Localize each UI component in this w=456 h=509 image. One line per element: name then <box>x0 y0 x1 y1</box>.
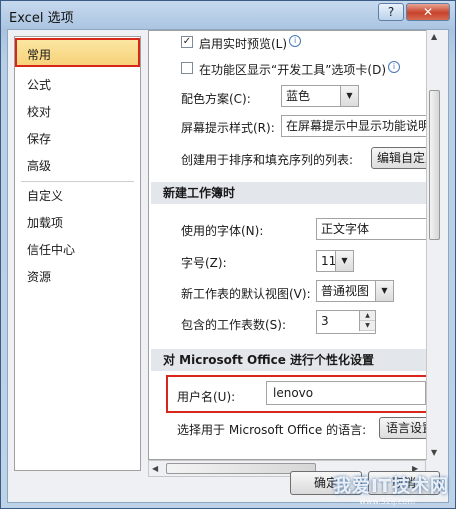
color-scheme-label: 配色方案(C): <box>181 92 251 106</box>
color-scheme-value: 蓝色 <box>286 89 311 103</box>
language-label: 选择用于 Microsoft Office 的语言: <box>177 423 367 437</box>
sidebar-item-trust-center[interactable]: 信任中心 <box>27 241 75 258</box>
sidebar-item-common[interactable]: 常用 <box>15 38 140 67</box>
spinner[interactable]: ▲ ▼ <box>359 311 375 331</box>
sidebar-divider <box>21 181 134 182</box>
live-preview-label: 启用实时预览(L) i <box>199 35 302 52</box>
options-pane: ✓ 启用实时预览(L) i 在功能区显示“开发工具”选项卡(D) i 配色方案(C)… <box>148 30 442 460</box>
chevron-down-icon[interactable]: ▼ <box>340 86 358 106</box>
close-button[interactable]: ✕ <box>406 3 450 21</box>
sheet-count-value: 3 <box>321 314 329 328</box>
font-size-value: 11 <box>321 254 337 268</box>
username-field[interactable]: lenovo <box>266 381 426 405</box>
developer-tab-checkbox[interactable] <box>181 62 193 74</box>
sidebar-item-resources[interactable]: 资源 <box>27 268 51 285</box>
window-title: Excel 选项 <box>9 11 74 26</box>
username-label: 用户名(U): <box>177 390 236 404</box>
spin-down-icon[interactable]: ▼ <box>360 321 375 331</box>
font-size-select[interactable]: 11 ▼ <box>316 250 354 272</box>
developer-tab-label: 在功能区显示“开发工具”选项卡(D) i <box>199 61 401 78</box>
sidebar-item-save[interactable]: 保存 <box>27 130 51 147</box>
new-workbook-heading: 新建工作簿时 <box>151 182 441 204</box>
category-sidebar: 常用 公式 校对 保存 高级 自定义 加载项 信任中心 资源 <box>14 36 141 471</box>
sidebar-item-formulas[interactable]: 公式 <box>27 76 51 93</box>
sidebar-item-customize[interactable]: 自定义 <box>27 187 63 204</box>
chevron-down-icon[interactable]: ▼ <box>335 251 353 271</box>
font-size-label: 字号(Z): <box>181 256 227 270</box>
excel-options-dialog: Excel 选项 ? ✕ 常用 公式 校对 保存 高级 自定义 加载项 信任中心… <box>0 0 456 509</box>
spin-up-icon[interactable]: ▲ <box>360 311 375 321</box>
default-view-select[interactable]: 普通视图 ▼ <box>316 280 394 302</box>
default-view-value: 普通视图 <box>321 284 370 298</box>
sheet-count-stepper[interactable]: 3 ▲ ▼ <box>316 310 376 334</box>
personalize-heading: 对 Microsoft Office 进行个性化设置 <box>151 349 441 371</box>
sidebar-item-proofing[interactable]: 校对 <box>27 103 51 120</box>
scroll-left-icon[interactable]: ◀ <box>152 464 158 473</box>
font-select[interactable]: 正文字体 <box>316 218 441 240</box>
info-icon: i <box>289 35 302 47</box>
screentip-value: 在屏幕提示中显示功能说明 <box>286 119 431 133</box>
title-bar[interactable]: Excel 选项 ? ✕ <box>1 1 455 29</box>
sidebar-item-label: 常用 <box>27 48 52 62</box>
live-preview-checkbox[interactable]: ✓ <box>181 36 193 48</box>
screentip-label: 屏幕提示样式(R): <box>181 121 275 135</box>
chevron-down-icon[interactable]: ▼ <box>375 281 393 301</box>
watermark-url: www.52ij.com <box>359 497 415 506</box>
info-icon: i <box>388 61 401 73</box>
screentip-select[interactable]: 在屏幕提示中显示功能说明 <box>281 115 441 137</box>
sidebar-item-addins[interactable]: 加载项 <box>27 214 63 231</box>
sidebar-item-advanced[interactable]: 高级 <box>27 157 51 174</box>
custom-list-label: 创建用于排序和填充序列的列表: <box>181 153 354 167</box>
vertical-scroll-thumb[interactable] <box>429 90 440 240</box>
default-view-label: 新工作表的默认视图(V): <box>181 287 311 301</box>
scroll-down-icon[interactable]: ▼ <box>431 448 437 457</box>
scroll-up-icon[interactable]: ▲ <box>431 32 437 41</box>
dialog-client: 常用 公式 校对 保存 高级 自定义 加载项 信任中心 资源 ✓ 启用实时预览(… <box>7 29 449 503</box>
watermark-logo: 我爱IT技术网 <box>333 476 449 497</box>
font-label: 使用的字体(N): <box>181 224 264 238</box>
vertical-scrollbar[interactable]: ▲ ▼ <box>426 30 442 460</box>
color-scheme-select[interactable]: 蓝色 ▼ <box>281 85 359 107</box>
font-value: 正文字体 <box>321 222 370 236</box>
help-button[interactable]: ? <box>378 3 404 21</box>
sheet-count-label: 包含的工作表数(S): <box>181 318 287 332</box>
